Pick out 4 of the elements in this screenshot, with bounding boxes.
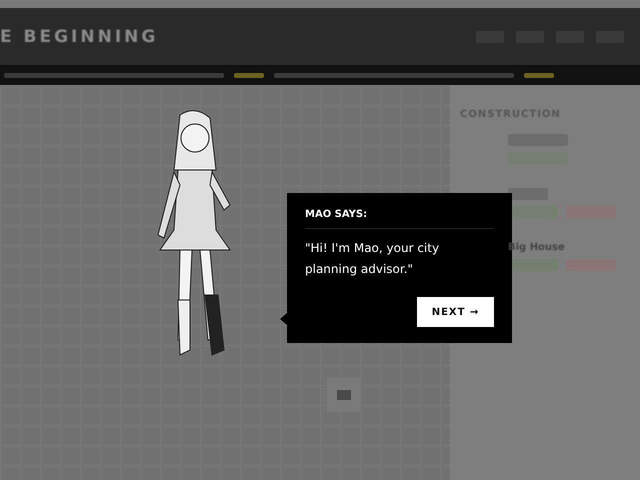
game-title: E BEGINNING [0,26,158,46]
next-button[interactable]: NEXT → [417,297,494,327]
speaker-name: MAO SAYS: [305,209,494,229]
dialog-message: "Hi! I'm Mao, your city planning advisor." [305,240,440,278]
